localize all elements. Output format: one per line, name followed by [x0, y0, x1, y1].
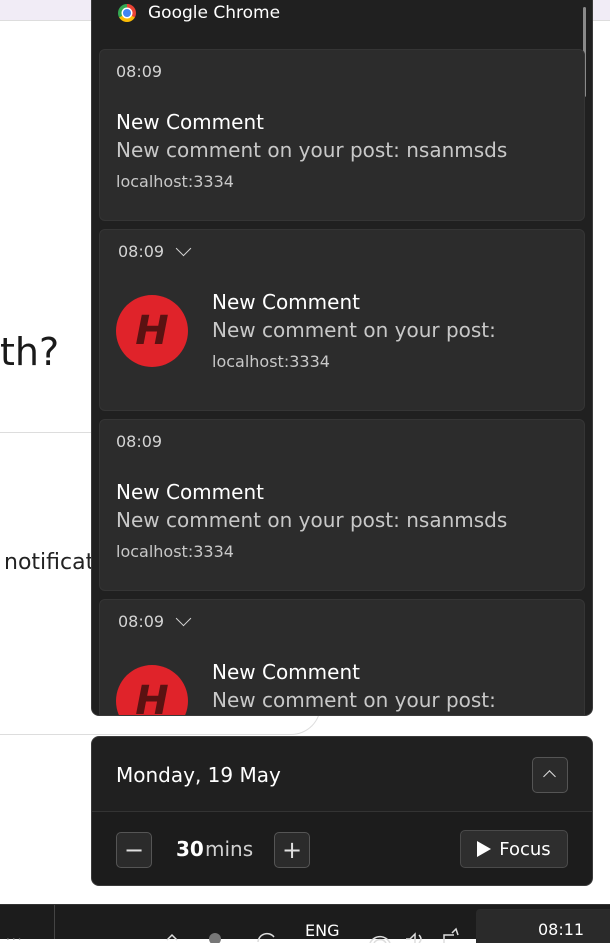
decrease-minutes-button[interactable]: − — [116, 832, 152, 868]
chrome-icon — [118, 4, 136, 22]
notification-card[interactable]: 08:09 H New Comment New comment on your … — [99, 599, 585, 715]
notification-title: New Comment — [212, 290, 360, 314]
notification-title: New Comment — [116, 480, 264, 504]
calendar-flyout: Monday, 19 May − 30 mins + Focus — [91, 736, 593, 886]
notification-card[interactable]: 08:09 New Comment New comment on your po… — [99, 419, 585, 591]
notification-avatar: H — [116, 295, 188, 367]
app-name: Google Chrome — [148, 3, 281, 23]
focus-minutes-value: 30 — [176, 837, 204, 861]
app-group-header[interactable]: Google Chrome — [118, 1, 280, 25]
expand-calendar-button[interactable] — [532, 757, 568, 793]
notification-time: 08:09 — [116, 432, 163, 451]
notification-title: New Comment — [212, 660, 360, 684]
notification-message: New comment on your post: nsanmsds — [116, 508, 508, 532]
chevron-down-icon[interactable] — [175, 240, 192, 257]
notification-source: localhost:3334 — [116, 172, 234, 191]
play-icon — [477, 841, 492, 857]
notification-center: Google Chrome 08:09 New Comment New comm… — [91, 0, 593, 716]
cloud-icon[interactable] — [206, 927, 222, 945]
page-heading-fragment: th? — [0, 330, 60, 374]
refresh-icon[interactable] — [256, 927, 275, 943]
notification-card[interactable]: 08:09 H New Comment New comment on your … — [99, 229, 585, 411]
focus-session-row: − 30 mins + Focus — [92, 812, 592, 885]
increase-minutes-button[interactable]: + — [274, 832, 310, 868]
battery-icon[interactable] — [440, 927, 459, 943]
notification-time[interactable]: 08:09 — [118, 610, 192, 631]
notification-message: New comment on your post: nsanmsds — [116, 138, 508, 162]
taskbar: ... ENG 08:11 — [0, 904, 610, 945]
focus-button-label: Focus — [499, 838, 551, 860]
focus-button[interactable]: Focus — [460, 830, 568, 868]
notification-time[interactable]: 08:09 — [118, 240, 192, 261]
focus-minutes-unit: mins — [205, 837, 254, 861]
language-indicator[interactable]: ENG — [305, 921, 339, 940]
notification-avatar: H — [116, 665, 188, 715]
volume-icon[interactable] — [404, 927, 422, 944]
more-icon[interactable]: ... — [6, 929, 23, 943]
notification-time: 08:09 — [116, 62, 163, 81]
taskbar-time[interactable]: 08:11 — [538, 920, 584, 939]
taskbar-separator — [54, 905, 55, 939]
notification-source: localhost:3334 — [116, 542, 234, 561]
notification-message: New comment on your post: — [212, 688, 496, 712]
notification-title: New Comment — [116, 110, 264, 134]
page-text-fragment: notificat — [4, 550, 95, 575]
chevron-down-icon[interactable] — [175, 610, 192, 627]
calendar-date: Monday, 19 May — [116, 763, 281, 787]
wifi-icon[interactable] — [368, 927, 391, 944]
notification-message: New comment on your post: — [212, 318, 496, 342]
notification-card[interactable]: 08:09 New Comment New comment on your po… — [99, 49, 585, 221]
chevron-up-icon[interactable] — [164, 927, 180, 943]
notification-source: localhost:3334 — [212, 352, 330, 371]
